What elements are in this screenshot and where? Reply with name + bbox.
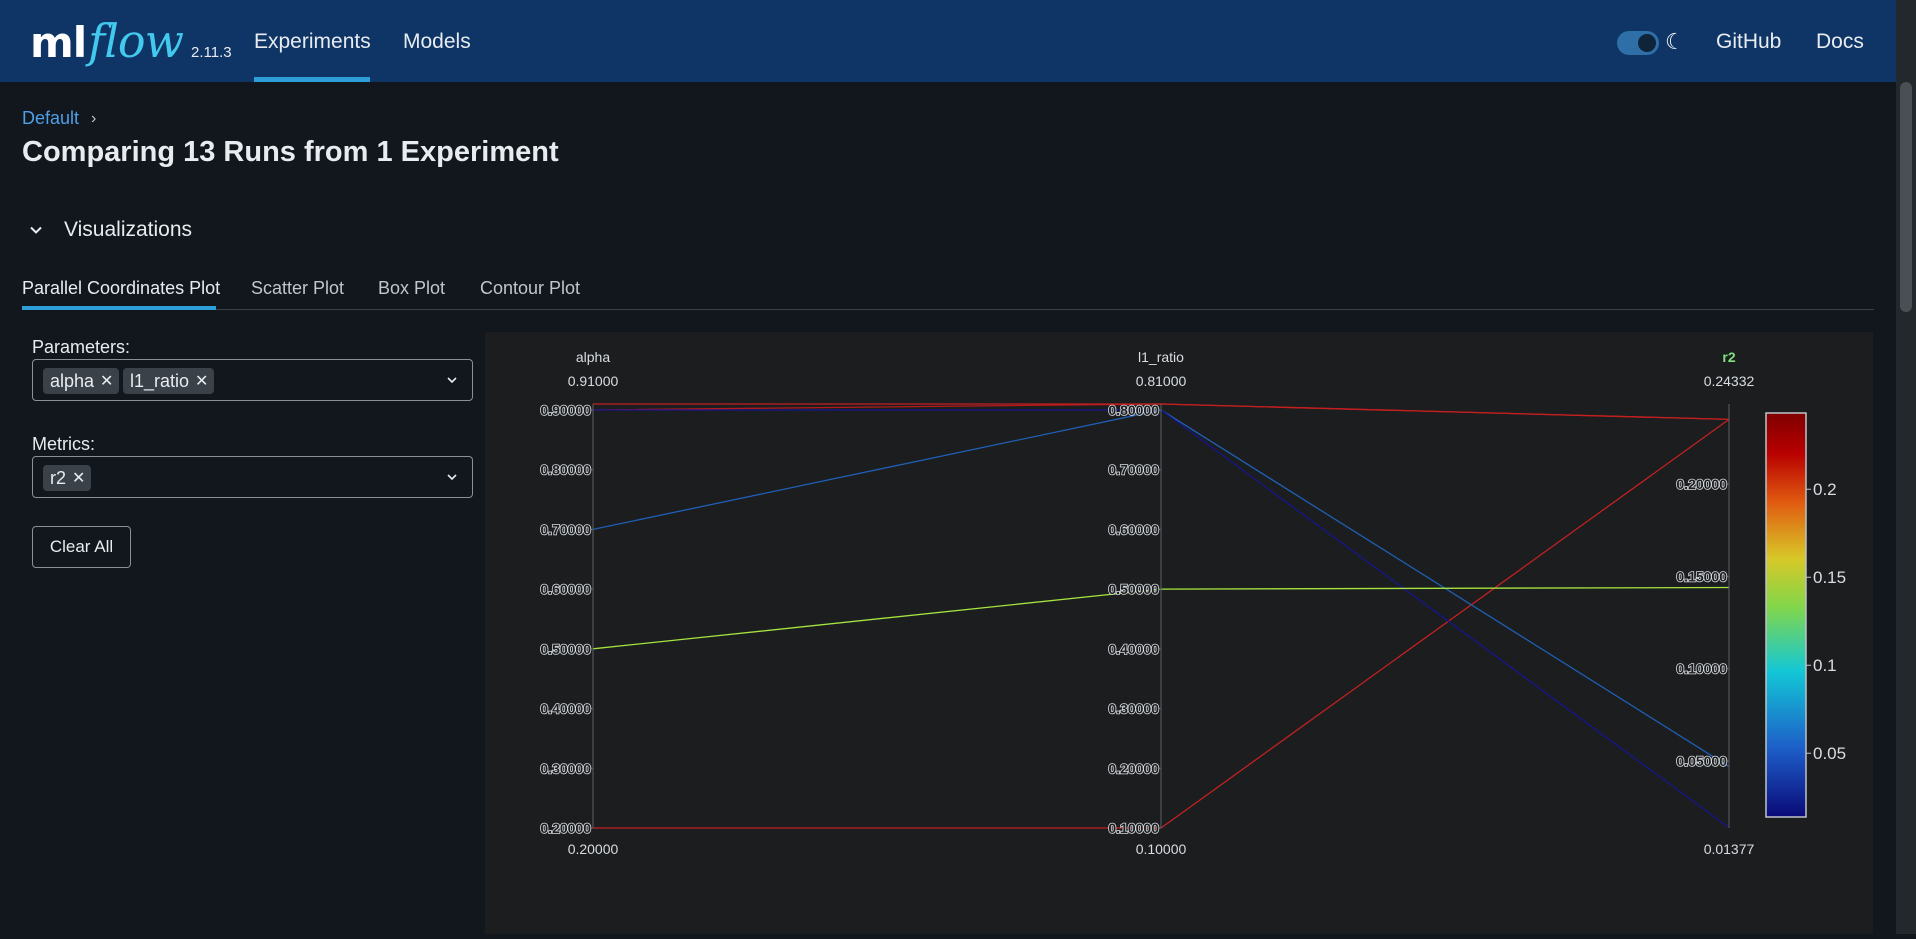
- axis-max-r2: 0.24332: [1704, 373, 1755, 389]
- visualizations-toggle[interactable]: Visualizations: [22, 216, 192, 244]
- chip-r2: r2 ✕: [43, 465, 92, 491]
- logo-ml: ml: [30, 18, 87, 67]
- theme-toggle[interactable]: [1617, 31, 1659, 55]
- clear-all-button[interactable]: Clear All: [32, 526, 131, 568]
- tick-label: 0.15000: [1676, 568, 1727, 584]
- chip-alpha: alpha ✕: [43, 368, 120, 394]
- mlflow-logo[interactable]: ml flow 2.11.3: [30, 14, 232, 68]
- close-icon[interactable]: ✕: [195, 371, 208, 391]
- colorbar-tick-label: 0.1: [1813, 656, 1837, 675]
- chevron-down-icon: [22, 216, 50, 244]
- chip-label: l1_ratio: [130, 370, 190, 391]
- chip-label: alpha: [50, 370, 95, 391]
- scrollbar-thumb[interactable]: [1900, 82, 1912, 312]
- axis-max-l1_ratio: 0.81000: [1136, 373, 1187, 389]
- page-title: Comparing 13 Runs from 1 Experiment: [22, 136, 559, 168]
- tick-label: 0.30000: [540, 760, 591, 776]
- parallel-coordinates-plot[interactable]: alpha 0.91000 0.20000 0.90000 0.80000 0.70000…: [485, 332, 1873, 934]
- colorbar-tick-label: 0.15: [1813, 568, 1846, 587]
- parameters-select[interactable]: alpha ✕ l1_ratio ✕: [32, 359, 473, 401]
- tick-label: 0.20000: [540, 820, 591, 836]
- colorbar-tick-label: 0.2: [1813, 480, 1837, 499]
- tick-label: 0.70000: [540, 521, 591, 537]
- chip-l1-ratio: l1_ratio ✕: [123, 368, 215, 394]
- tick-label: 0.20000: [1108, 760, 1159, 776]
- close-icon[interactable]: ✕: [100, 371, 113, 391]
- top-navbar: ml flow 2.11.3 Experiments Models ☾ GitH…: [0, 0, 1916, 82]
- tick-label: 0.05000: [1676, 753, 1727, 769]
- section-label: Visualizations: [64, 218, 193, 241]
- metrics-label: Metrics:: [32, 434, 95, 454]
- tab-active-indicator: [22, 306, 216, 310]
- nav-models[interactable]: Models: [403, 30, 471, 54]
- tick-label: 0.40000: [1108, 641, 1159, 657]
- tick-label: 0.50000: [540, 641, 591, 657]
- chevron-down-icon: [444, 469, 460, 485]
- chevron-down-icon: [444, 372, 460, 388]
- tick-label: 0.10000: [1108, 820, 1159, 836]
- axis-min-r2: 0.01377: [1704, 841, 1755, 857]
- logo-flow: flow: [88, 14, 184, 68]
- moon-icon: ☾: [1665, 29, 1685, 54]
- nav-experiments[interactable]: Experiments: [254, 30, 371, 54]
- colorbar-tick-label: 0.05: [1813, 744, 1846, 763]
- axis-max-alpha: 0.91000: [568, 373, 619, 389]
- visualization-tabs: Parallel Coordinates Plot Scatter Plot B…: [22, 278, 1874, 310]
- axis-title-r2[interactable]: r2: [1722, 349, 1735, 365]
- metrics-select[interactable]: r2 ✕: [32, 456, 473, 498]
- tick-label: 0.20000: [1676, 476, 1727, 492]
- axis-title-alpha[interactable]: alpha: [576, 349, 610, 365]
- close-icon[interactable]: ✕: [72, 468, 85, 488]
- tick-label: 0.80000: [1108, 402, 1159, 418]
- nav-docs[interactable]: Docs: [1816, 30, 1864, 54]
- axis-min-alpha: 0.20000: [568, 841, 619, 857]
- chip-label: r2: [50, 467, 67, 488]
- tick-label: 0.80000: [540, 462, 591, 478]
- version-label: 2.11.3: [190, 44, 232, 61]
- tick-label: 0.50000: [1108, 581, 1159, 597]
- tick-label: 0.90000: [540, 402, 591, 418]
- tick-label: 0.40000: [540, 701, 591, 717]
- tab-contour-plot[interactable]: Contour Plot: [480, 278, 580, 310]
- nav-github[interactable]: GitHub: [1716, 30, 1781, 54]
- breadcrumb: Default ›: [22, 108, 96, 129]
- tick-label: 0.60000: [1108, 521, 1159, 537]
- page-scrollbar[interactable]: [1896, 0, 1916, 934]
- tick-label: 0.30000: [1108, 701, 1159, 717]
- tab-box-plot[interactable]: Box Plot: [378, 278, 445, 310]
- breadcrumb-default[interactable]: Default: [22, 108, 79, 129]
- plot-svg[interactable]: alpha 0.91000 0.20000 0.90000 0.80000 0.70000…: [485, 332, 1873, 934]
- tick-label: 0.70000: [1108, 462, 1159, 478]
- tab-scatter-plot[interactable]: Scatter Plot: [251, 278, 344, 310]
- axes-layer: alpha 0.91000 0.20000 0.90000 0.80000 0.70000…: [540, 349, 1755, 857]
- toggle-knob: [1638, 34, 1656, 52]
- parameters-label: Parameters:: [32, 337, 131, 357]
- nav-active-indicator: [254, 77, 370, 82]
- tick-label: 0.10000: [1676, 661, 1727, 677]
- colorbar: 0.2 0.15 0.1 0.05: [1765, 412, 1846, 818]
- axis-min-l1_ratio: 0.10000: [1136, 841, 1187, 857]
- colorbar-gradient: [1765, 412, 1807, 818]
- axis-title-l1_ratio[interactable]: l1_ratio: [1138, 349, 1184, 365]
- chevron-right-icon: ›: [91, 109, 97, 127]
- tick-label: 0.60000: [540, 581, 591, 597]
